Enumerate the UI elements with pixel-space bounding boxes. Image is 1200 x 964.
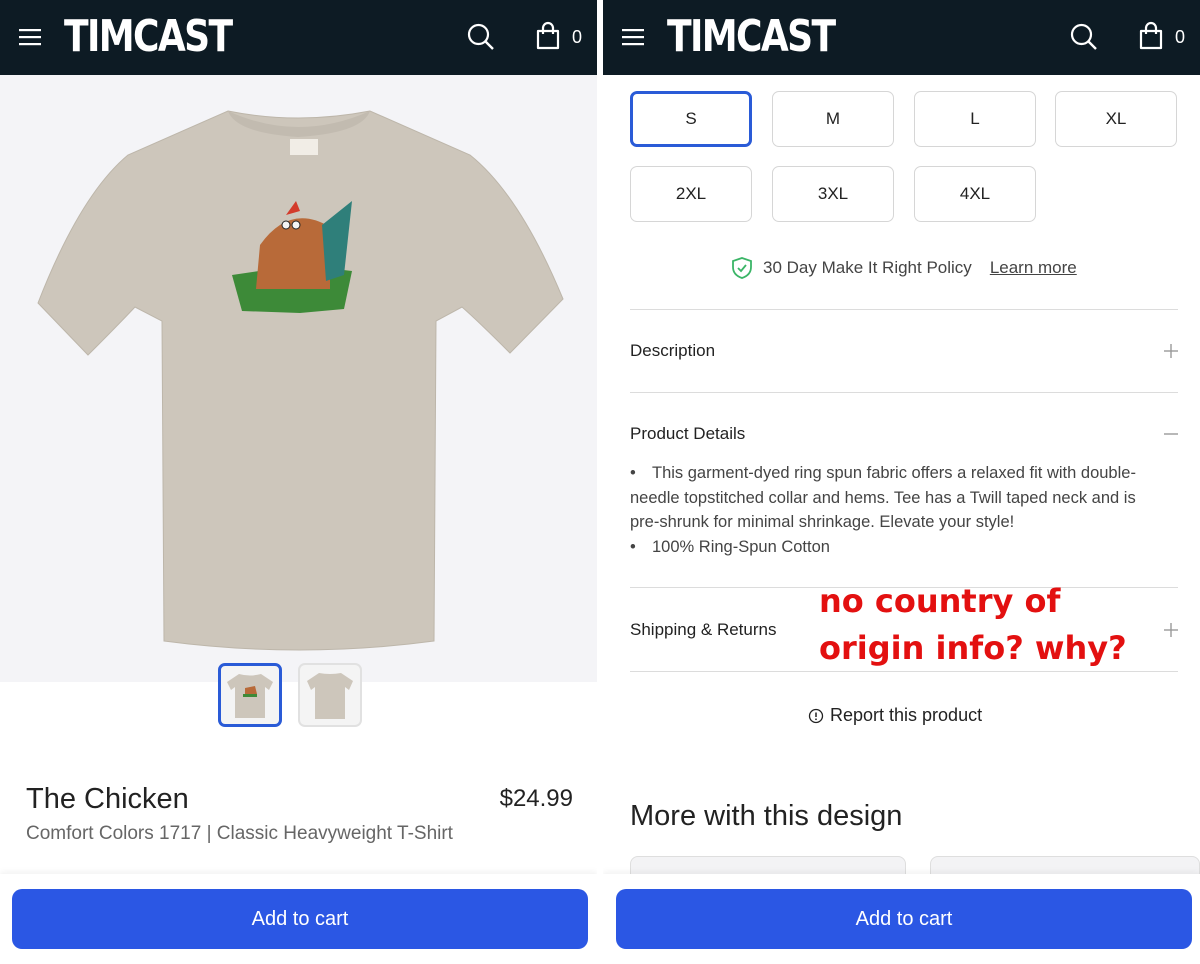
report-label: Report this product (830, 705, 983, 725)
bag-icon[interactable] (1137, 21, 1165, 51)
product-image[interactable] (0, 75, 597, 682)
list-item: • This garment-dyed ring spun fabric offe… (630, 464, 1136, 531)
divider (630, 392, 1178, 393)
header-bar: TIMCAST 0 (0, 0, 597, 75)
size-option-m[interactable]: M (772, 91, 894, 147)
brand-logo[interactable]: TIMCAST (64, 10, 233, 64)
add-to-cart-button[interactable]: Add to cart (12, 889, 588, 949)
shield-check-icon (732, 257, 752, 279)
info-icon (808, 708, 824, 723)
tshirt-image (37, 110, 564, 651)
product-details-list: • This garment-dyed ring spun fabric offe… (630, 461, 1160, 559)
menu-icon[interactable] (18, 26, 44, 48)
plus-icon[interactable] (1164, 344, 1178, 358)
cart-count: 0 (572, 27, 583, 47)
product-title: The Chicken (26, 783, 189, 815)
annotation-line: no country of (819, 582, 1061, 620)
thumbnail-front[interactable] (218, 663, 282, 727)
size-option-xl[interactable]: XL (1055, 91, 1177, 147)
left-screen: TIMCAST 0 The Chicken $24.99 Comfort Col… (0, 0, 597, 964)
annotation-line: origin info? why? (819, 629, 1127, 667)
menu-icon[interactable] (621, 26, 647, 48)
bag-icon[interactable] (534, 21, 562, 51)
size-option-s[interactable]: S (630, 91, 752, 147)
thumbnail-back[interactable] (298, 663, 362, 727)
size-option-l[interactable]: L (914, 91, 1036, 147)
add-to-cart-button[interactable]: Add to cart (616, 889, 1192, 949)
report-product-link[interactable]: Report this product (808, 705, 982, 726)
right-screen: TIMCAST 0 S M L XL 2XL 3XL 4XL 30 Day Ma… (603, 0, 1200, 964)
list-item: • 100% Ring-Spun Cotton (630, 537, 830, 556)
divider (630, 309, 1178, 310)
product-subtitle: Comfort Colors 1717 | Classic Heavyweigh… (26, 823, 453, 844)
size-option-2xl[interactable]: 2XL (630, 166, 752, 222)
product-price: $24.99 (499, 785, 573, 812)
header-bar: TIMCAST 0 (603, 0, 1200, 75)
learn-more-link[interactable]: Learn more (990, 258, 1077, 278)
minus-icon[interactable] (1164, 427, 1178, 441)
accordion-product-details[interactable]: Product Details (630, 424, 745, 444)
brand-logo[interactable]: TIMCAST (667, 10, 836, 64)
policy-row: 30 Day Make It Right Policy Learn more (731, 256, 1077, 280)
cart-count: 0 (1175, 27, 1186, 47)
more-designs-heading: More with this design (630, 800, 903, 832)
accordion-shipping-returns[interactable]: Shipping & Returns (630, 620, 776, 640)
size-option-3xl[interactable]: 3XL (772, 166, 894, 222)
search-icon[interactable] (466, 22, 496, 52)
search-icon[interactable] (1069, 22, 1099, 52)
policy-text: 30 Day Make It Right Policy (763, 258, 972, 277)
annotation-text: no country of origin info? why? (819, 578, 1127, 672)
plus-icon[interactable] (1164, 623, 1178, 637)
size-option-4xl[interactable]: 4XL (914, 166, 1036, 222)
accordion-description[interactable]: Description (630, 341, 715, 361)
